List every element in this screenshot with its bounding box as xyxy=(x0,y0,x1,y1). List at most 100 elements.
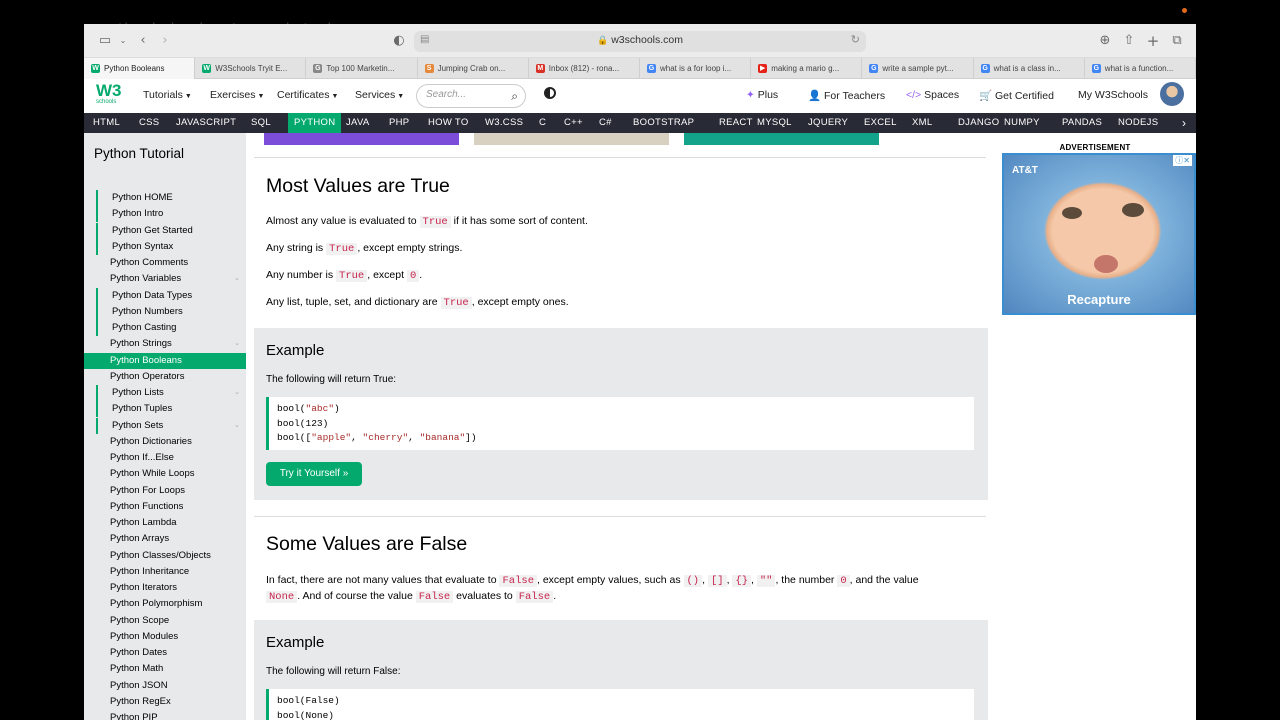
expand-icon[interactable]: ⌄ xyxy=(234,418,240,434)
sidebar-item[interactable]: Python JSON xyxy=(96,678,246,694)
nav-c++[interactable]: C++ xyxy=(564,113,583,133)
nav-tutorials[interactable]: Tutorials ▼ xyxy=(143,89,192,101)
sidebar-item[interactable]: Python Dictionaries xyxy=(96,434,246,450)
spaces-link[interactable]: </> Spaces xyxy=(906,89,959,101)
sidebar-item[interactable]: Python If...Else xyxy=(96,450,246,466)
banner-thumbnail[interactable] xyxy=(264,133,459,145)
sidebar-item[interactable]: Python While Loops xyxy=(96,466,246,482)
sidebar-item[interactable]: Python Booleans xyxy=(84,352,246,369)
nav-nodejs[interactable]: NODEJS xyxy=(1118,113,1158,133)
sidebar-item[interactable]: Python Operators xyxy=(96,369,246,385)
plus-link[interactable]: ✦ Plus xyxy=(746,89,778,101)
browser-tab[interactable]: Gwhat is a function... xyxy=(1085,58,1196,79)
nav-c#[interactable]: C# xyxy=(599,113,612,133)
nav-django[interactable]: DJANGO xyxy=(958,113,999,133)
sidebar-toggle-icon[interactable]: ▭ xyxy=(96,32,114,50)
get-certified-link[interactable]: 🛒 Get Certified xyxy=(979,89,1054,102)
nav-mysql[interactable]: MYSQL xyxy=(757,113,792,133)
sidebar-item[interactable]: Python Arrays xyxy=(96,531,246,547)
sidebar-item[interactable]: Python Lambda xyxy=(96,515,246,531)
sidebar-item[interactable]: Python Comments xyxy=(96,255,246,271)
for-teachers-link[interactable]: 👤 For Teachers xyxy=(808,89,885,102)
browser-tab[interactable]: W W3Schools Tryit E... xyxy=(195,58,307,79)
browser-tab[interactable]: Gwhat is a class in... xyxy=(974,58,1085,79)
sidebar-item[interactable]: Python Polymorphism xyxy=(96,596,246,612)
try-it-yourself-button[interactable]: Try it Yourself » xyxy=(266,462,362,486)
sidebar-item[interactable]: Python HOME xyxy=(96,190,246,206)
expand-icon[interactable]: ⌄ xyxy=(234,271,240,287)
nav-php[interactable]: PHP xyxy=(389,113,409,133)
browser-tab[interactable]: M Inbox (812) - rona... xyxy=(529,58,640,79)
w3schools-logo[interactable]: W3 schools xyxy=(96,82,124,110)
contrast-toggle-icon[interactable] xyxy=(544,87,556,99)
banner-thumbnail[interactable] xyxy=(684,133,879,145)
download-icon[interactable]: ⊕ xyxy=(1096,32,1114,50)
browser-tab[interactable]: ▶ making a mario g... xyxy=(751,58,863,79)
nav-xml[interactable]: XML xyxy=(912,113,932,133)
sidebar-item[interactable]: Python Scope xyxy=(96,613,246,629)
sidebar-item[interactable]: Python Math xyxy=(96,661,246,677)
sidebar-item[interactable]: Python Dates xyxy=(96,645,246,661)
nav-excel[interactable]: EXCEL xyxy=(864,113,897,133)
nav-html[interactable]: HTML xyxy=(93,113,120,133)
sidebar-item[interactable]: Python Numbers xyxy=(96,303,246,320)
search-box[interactable]: ⌕ xyxy=(416,84,526,108)
sidebar-item[interactable]: Python Tuples xyxy=(96,401,246,418)
sidebar-item[interactable]: Python PIP xyxy=(96,710,246,720)
privacy-shield-icon[interactable]: ◐ xyxy=(390,32,408,50)
nav-sql[interactable]: SQL xyxy=(251,113,271,133)
sidebar-item[interactable]: Python Iterators xyxy=(96,580,246,596)
search-icon[interactable]: ⌕ xyxy=(511,89,518,104)
browser-tab[interactable]: W Python Booleans xyxy=(84,58,196,79)
avatar[interactable] xyxy=(1160,82,1184,106)
expand-icon[interactable]: ⌄ xyxy=(234,385,240,401)
nav-bootstrap[interactable]: BOOTSTRAP xyxy=(633,113,694,133)
browser-tab[interactable]: S Jumping Crab on... xyxy=(418,58,529,79)
sidebar-item[interactable]: Python Strings ⌄ xyxy=(96,336,246,352)
sidebar-item[interactable]: Python RegEx xyxy=(96,694,246,710)
ad-choices-icon[interactable]: ⓘ✕ xyxy=(1173,155,1192,166)
reload-icon[interactable]: ↻ xyxy=(851,33,860,46)
search-input[interactable] xyxy=(426,89,506,100)
ad-banner[interactable]: AT&T Recapture ⓘ✕ xyxy=(1002,153,1196,315)
sidebar-item[interactable]: Python Data Types xyxy=(96,287,246,304)
nav-python[interactable]: PYTHON xyxy=(288,113,342,133)
nav-numpy[interactable]: NUMPY xyxy=(1004,113,1040,133)
nav-exercises[interactable]: Exercises ▼ xyxy=(210,89,264,101)
nav-how-to[interactable]: HOW TO xyxy=(428,113,469,133)
sidebar-item[interactable]: Python Intro xyxy=(96,206,246,223)
sidebar-item[interactable]: Python Get Started xyxy=(96,222,246,239)
address-bar[interactable]: ▤ 🔒 w3schools.com ↻ xyxy=(414,31,866,52)
chevron-right-icon[interactable]: › xyxy=(1172,113,1196,133)
sidebar-item[interactable]: Python Classes/Objects xyxy=(96,548,246,564)
sidebar-item[interactable]: Python Inheritance xyxy=(96,564,246,580)
banner-thumbnail[interactable] xyxy=(474,133,669,145)
expand-icon[interactable]: ⌄ xyxy=(234,336,240,352)
new-tab-icon[interactable]: + xyxy=(1144,32,1162,50)
nav-css[interactable]: CSS xyxy=(139,113,159,133)
sidebar-item[interactable]: Python Casting xyxy=(96,320,246,336)
sidebar-item[interactable]: Python Variables ⌄ xyxy=(96,271,246,287)
sidebar-item[interactable]: Python Lists ⌄ xyxy=(96,385,246,401)
nav-jquery[interactable]: JQUERY xyxy=(808,113,848,133)
nav-c[interactable]: C xyxy=(539,113,546,133)
sidebar-item[interactable]: Python Sets ⌄ xyxy=(96,417,246,434)
sidebar-item[interactable]: Python Functions xyxy=(96,499,246,515)
chevron-down-icon[interactable]: ⌄ xyxy=(114,32,132,50)
forward-icon[interactable]: › xyxy=(156,32,174,50)
sidebar-item[interactable]: Python Syntax xyxy=(96,238,246,255)
nav-java[interactable]: JAVA xyxy=(346,113,370,133)
nav-javascript[interactable]: JAVASCRIPT xyxy=(176,113,236,133)
browser-tab[interactable]: G Top 100 Marketin... xyxy=(306,58,418,79)
tab-overview-icon[interactable]: ⧉ xyxy=(1168,32,1186,50)
nav-react[interactable]: REACT xyxy=(719,113,753,133)
nav-services[interactable]: Services ▼ xyxy=(355,89,404,101)
sidebar-item[interactable]: Python Modules xyxy=(96,629,246,645)
share-icon[interactable]: ⇧ xyxy=(1120,32,1138,50)
nav-w3-css[interactable]: W3.CSS xyxy=(485,113,523,133)
browser-tab[interactable]: Gwhat is a for loop i... xyxy=(640,58,752,79)
back-icon[interactable]: ‹ xyxy=(134,32,152,50)
browser-tab[interactable]: Gwrite a sample pyt... xyxy=(862,58,974,79)
nav-pandas[interactable]: PANDAS xyxy=(1062,113,1102,133)
my-w3schools-link[interactable]: My W3Schools xyxy=(1078,89,1148,101)
